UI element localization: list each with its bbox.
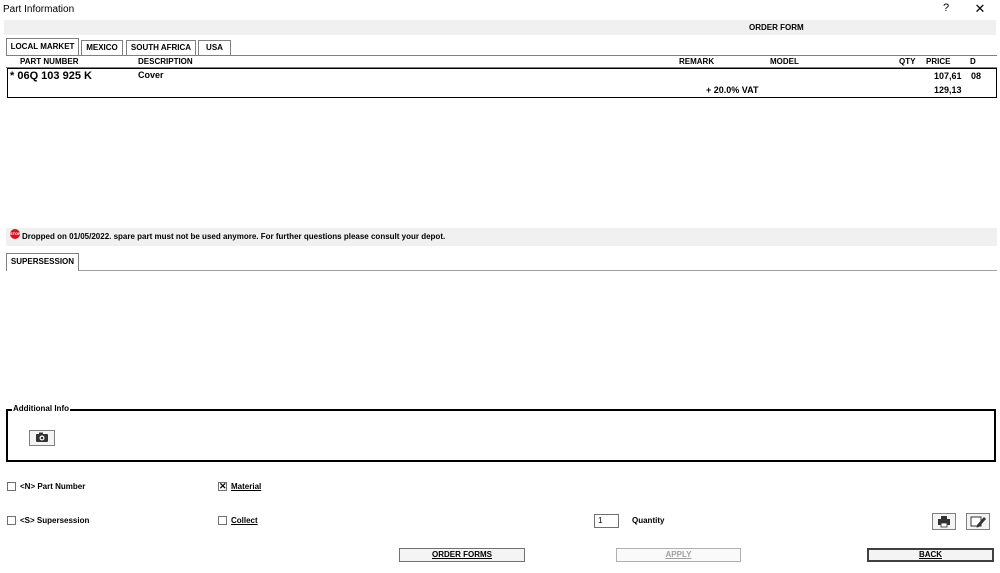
parts-table-row[interactable]: * 06Q 103 925 K Cover 107,61 08 + 20.0% …	[7, 68, 997, 98]
parts-table-header: PART NUMBER DESCRIPTION REMARK MODEL QTY…	[6, 55, 997, 68]
apply-button[interactable]: APPLY	[616, 548, 741, 562]
description-cell: Cover	[138, 70, 164, 80]
part-number-option-label: <N> Part Number	[20, 482, 86, 491]
title-bar: Part Information ? ✕	[0, 0, 1000, 20]
vat-label: + 20.0% VAT	[706, 85, 759, 95]
tab-mexico[interactable]: MEXICO	[81, 40, 123, 55]
print-button[interactable]	[932, 513, 956, 530]
collect-checkbox[interactable]	[218, 516, 227, 525]
price-cell: 107,61	[934, 71, 962, 81]
window-title: Part Information	[3, 4, 75, 15]
vat-price: 129,13	[934, 85, 962, 95]
collect-option-label: Collect	[231, 516, 258, 525]
header-qty: QTY	[899, 57, 916, 66]
tab-local-market[interactable]: LOCAL MARKET	[6, 38, 79, 55]
camera-button[interactable]	[29, 430, 55, 446]
edit-button[interactable]	[966, 513, 990, 530]
part-number-cell: * 06Q 103 925 K	[10, 70, 92, 82]
additional-info-legend: Additional Info	[12, 404, 70, 413]
header-d: D	[970, 57, 976, 66]
part-number-checkbox[interactable]	[7, 482, 16, 491]
tab-south-africa[interactable]: SOUTH AFRICA	[126, 40, 196, 55]
header-description: DESCRIPTION	[138, 57, 193, 66]
print-icon	[938, 516, 950, 528]
header-part-number: PART NUMBER	[20, 57, 79, 66]
notice-text: Dropped on 01/05/2022. spare part must n…	[22, 232, 446, 241]
close-button[interactable]: ✕	[968, 1, 992, 19]
material-option-label: Material	[231, 482, 262, 491]
order-form-label: ORDER FORM	[749, 23, 804, 32]
back-button[interactable]: BACK	[867, 548, 994, 562]
header-remark: REMARK	[679, 57, 715, 66]
supersession-checkbox[interactable]	[7, 516, 16, 525]
tab-usa[interactable]: USA	[198, 40, 231, 55]
order-forms-button[interactable]: ORDER FORMS	[399, 548, 525, 562]
edit-icon	[970, 516, 986, 528]
d-cell: 08	[971, 71, 982, 81]
order-form-bar: ORDER FORM	[4, 20, 996, 35]
help-button[interactable]: ?	[936, 2, 956, 18]
stop-icon: STOP	[10, 229, 21, 239]
discontinued-notice: STOP Dropped on 01/05/2022. spare part m…	[6, 228, 997, 246]
tab-divider	[79, 270, 997, 271]
quantity-label: Quantity	[632, 516, 665, 525]
quantity-input[interactable]: 1	[594, 514, 619, 528]
header-model: MODEL	[770, 57, 799, 66]
header-price: PRICE	[926, 57, 951, 66]
material-checkbox[interactable]	[218, 481, 227, 492]
camera-icon	[36, 432, 48, 442]
supersession-option-label: <S> Supersession	[20, 516, 90, 525]
additional-info-group: Additional Info	[6, 404, 996, 462]
tab-supersession[interactable]: SUPERSESSION	[6, 253, 79, 271]
